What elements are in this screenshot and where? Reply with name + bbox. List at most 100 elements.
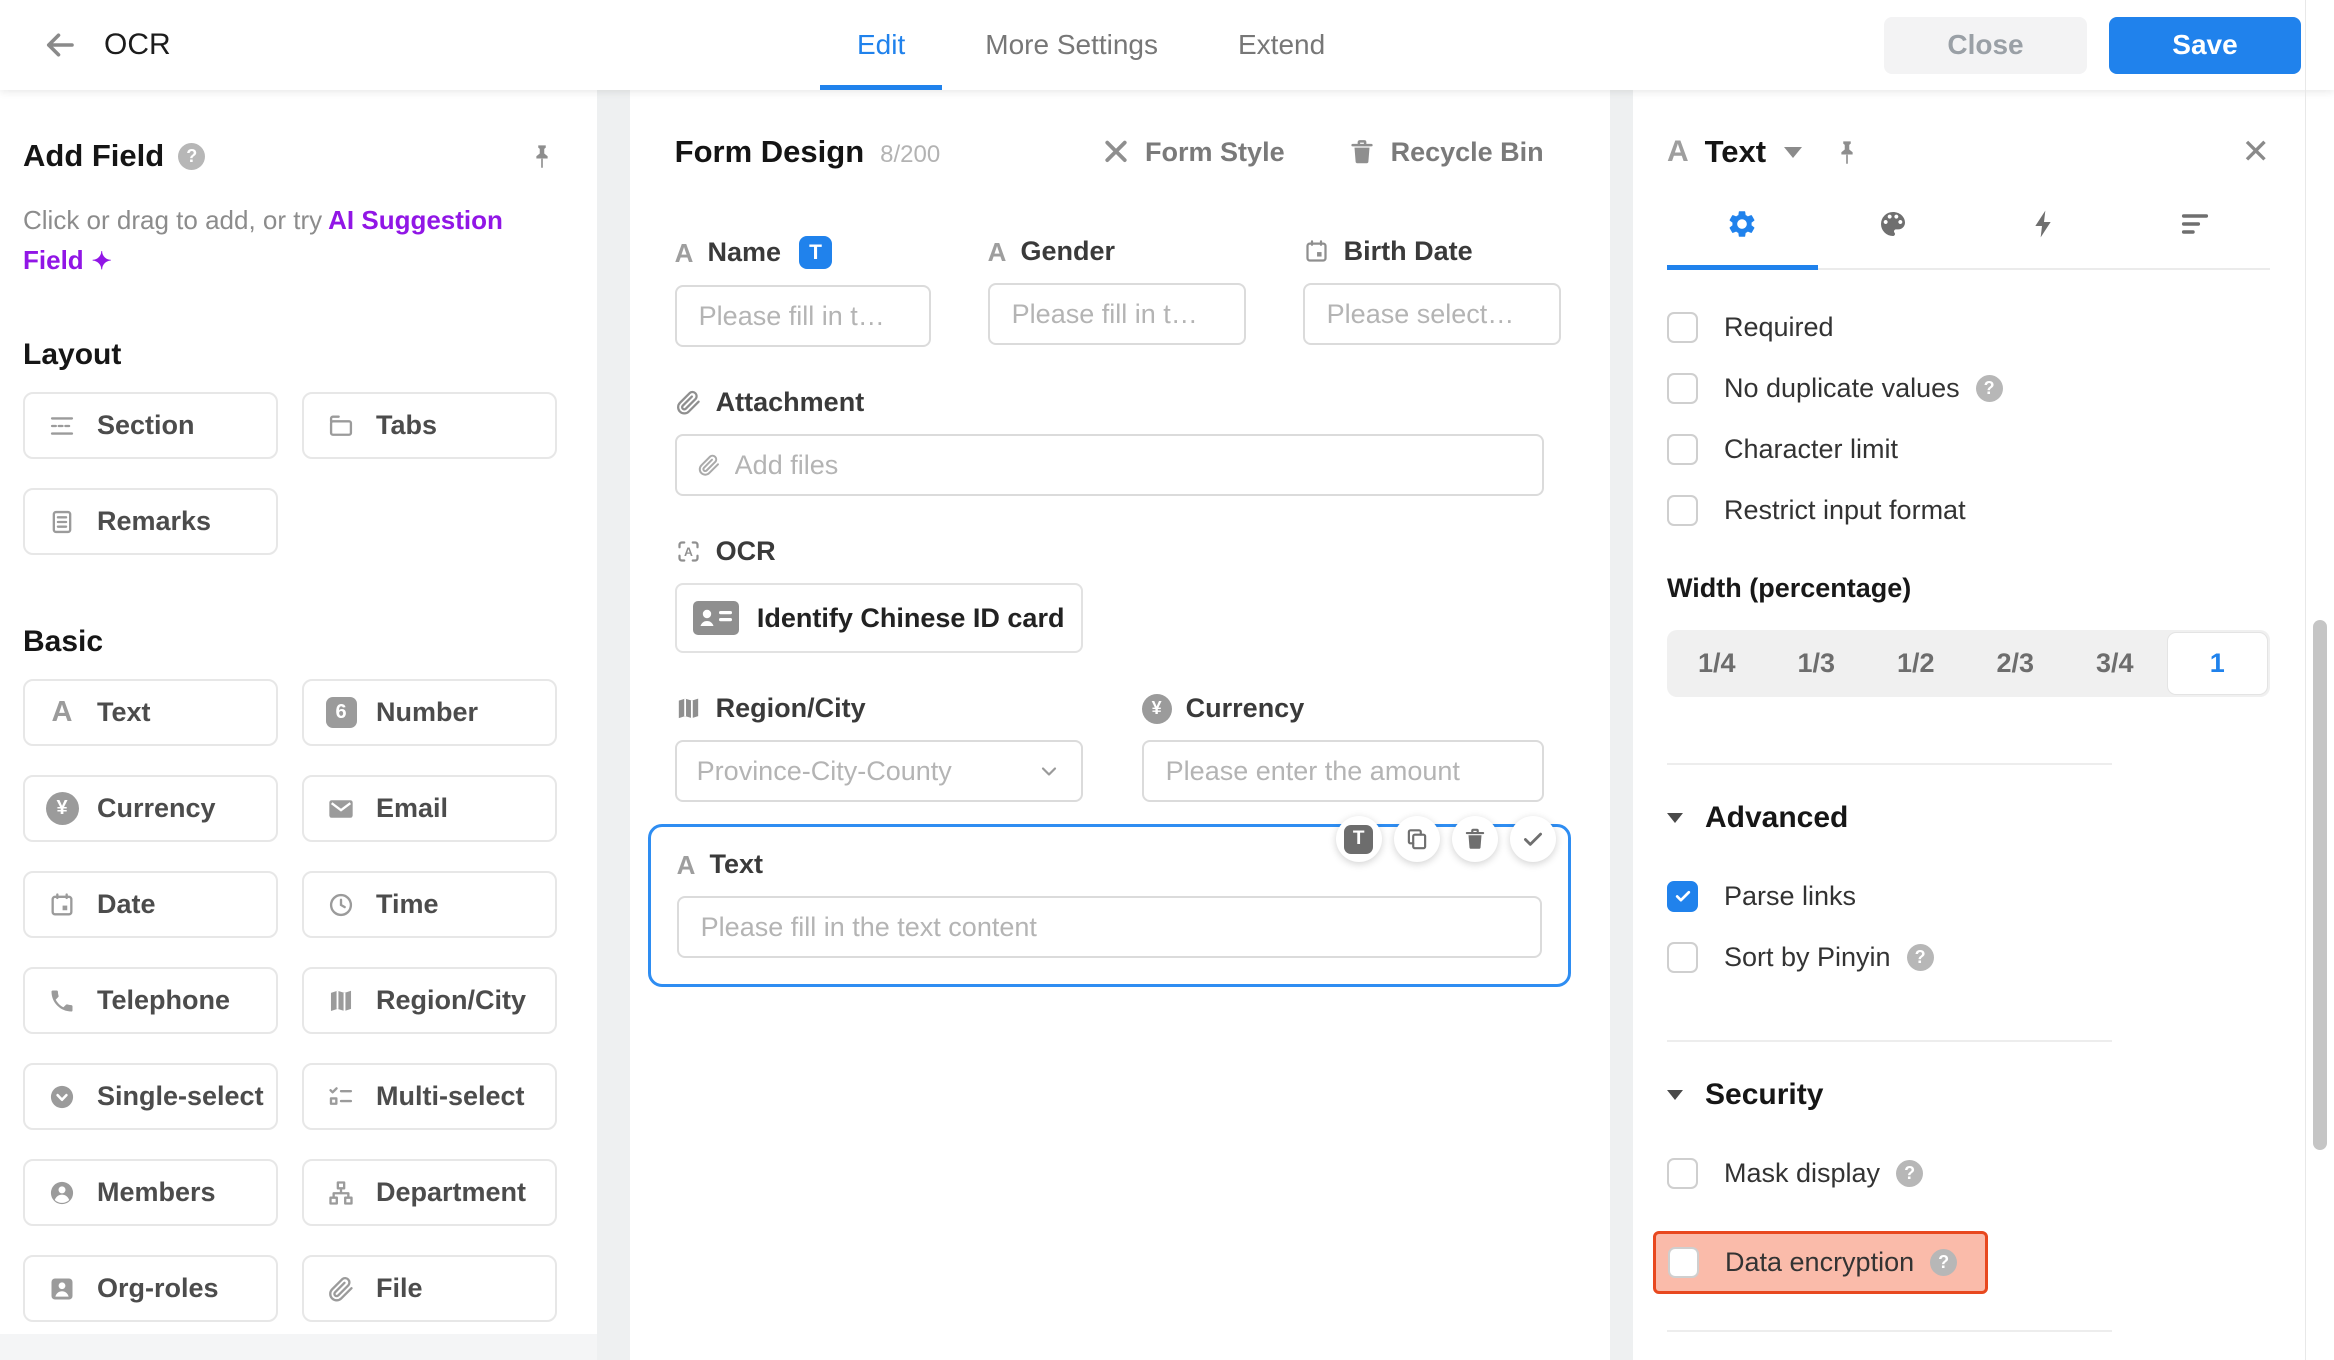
security-title: Security bbox=[1705, 1078, 1824, 1111]
pin-icon[interactable] bbox=[1832, 137, 1862, 167]
field-name[interactable]: A Name T bbox=[674, 236, 931, 347]
tab-events[interactable] bbox=[1969, 208, 2120, 268]
vertical-scrollbar[interactable] bbox=[2305, 0, 2334, 1360]
tab-more-settings[interactable]: More Settings bbox=[948, 0, 1195, 90]
map-icon bbox=[324, 987, 358, 1015]
text-type-icon: A bbox=[674, 237, 694, 268]
checkbox[interactable] bbox=[1667, 311, 1698, 343]
option-restrict-input-format[interactable]: Restrict input format bbox=[1667, 493, 2270, 527]
checkbox-checked[interactable] bbox=[1667, 880, 1698, 912]
option-label: Required bbox=[1724, 311, 1834, 342]
recycle-bin-button[interactable]: Recycle Bin bbox=[1347, 137, 1544, 168]
field-type-file[interactable]: File bbox=[302, 1255, 557, 1322]
sidebar-bottom-strip bbox=[0, 1334, 597, 1360]
tab-edit[interactable]: Edit bbox=[820, 0, 943, 90]
field-type-currency[interactable]: ¥ Currency bbox=[23, 775, 278, 842]
width-option-selected[interactable]: 1 bbox=[2166, 632, 2268, 695]
org-tree-icon bbox=[324, 1179, 358, 1207]
width-option[interactable]: 1/4 bbox=[1667, 630, 1767, 697]
delete-action[interactable] bbox=[1451, 816, 1498, 862]
close-button[interactable]: Close bbox=[1884, 16, 2087, 74]
copy-icon bbox=[1407, 829, 1426, 850]
field-type-department[interactable]: Department bbox=[302, 1159, 557, 1226]
scrollbar-thumb[interactable] bbox=[2313, 620, 2327, 1150]
save-button[interactable]: Save bbox=[2109, 16, 2301, 74]
tab-settings[interactable] bbox=[1667, 208, 1818, 270]
identify-id-card-button[interactable]: Identify Chinese ID card bbox=[674, 583, 1083, 653]
field-type-multi-select[interactable]: Multi-select bbox=[302, 1063, 557, 1130]
checkbox[interactable] bbox=[1667, 433, 1698, 465]
checkbox[interactable] bbox=[1667, 1157, 1698, 1189]
option-character-limit[interactable]: Character limit bbox=[1667, 432, 2270, 466]
field-type-label: Department bbox=[376, 1177, 527, 1207]
birth-date-input[interactable] bbox=[1324, 297, 1539, 331]
option-required[interactable]: Required bbox=[1667, 310, 2270, 344]
pin-icon[interactable] bbox=[527, 141, 557, 171]
field-type-telephone[interactable]: Telephone bbox=[23, 967, 278, 1034]
checkbox[interactable] bbox=[1667, 372, 1698, 404]
field-currency[interactable]: ¥ Currency bbox=[1141, 693, 1544, 802]
field-type-tabs[interactable]: Tabs bbox=[302, 392, 557, 459]
field-label-row: A Name T bbox=[675, 236, 931, 269]
region-select[interactable]: Province-City-County bbox=[674, 740, 1083, 802]
checkbox[interactable] bbox=[1668, 1247, 1699, 1278]
option-sort-by-pinyin[interactable]: Sort by Pinyin ? bbox=[1667, 940, 2270, 974]
width-option[interactable]: 3/4 bbox=[2065, 630, 2165, 697]
tab-label: Extend bbox=[1238, 29, 1326, 60]
option-mask-display[interactable]: Mask display ? bbox=[1667, 1156, 2270, 1190]
field-type-org-roles[interactable]: Org-roles bbox=[23, 1255, 278, 1322]
tab-style[interactable] bbox=[1818, 208, 1969, 268]
option-parse-links[interactable]: Parse links bbox=[1667, 879, 2270, 913]
tab-extend[interactable]: Extend bbox=[1201, 0, 1362, 90]
field-type-single-select[interactable]: Single-select bbox=[23, 1063, 278, 1130]
option-no-duplicate-values[interactable]: No duplicate values ? bbox=[1667, 371, 2270, 405]
tab-layout[interactable] bbox=[2119, 208, 2270, 268]
help-icon[interactable]: ? bbox=[1975, 374, 2003, 402]
field-type-time[interactable]: Time bbox=[302, 871, 557, 938]
field-type-region-city[interactable]: Region/City bbox=[302, 967, 557, 1034]
help-icon[interactable]: ? bbox=[178, 142, 206, 170]
field-type-number[interactable]: 6 Number bbox=[302, 679, 557, 746]
form-style-button[interactable]: Form Style bbox=[1101, 137, 1285, 168]
field-label: Region/City bbox=[715, 693, 866, 723]
name-input[interactable] bbox=[696, 299, 909, 333]
width-option[interactable]: 1/2 bbox=[1866, 630, 1966, 697]
field-action-bar: T bbox=[1335, 816, 1556, 862]
checkbox[interactable] bbox=[1667, 494, 1698, 526]
help-icon[interactable]: ? bbox=[1930, 1249, 1958, 1276]
field-attachment[interactable]: Attachment bbox=[674, 387, 1544, 496]
width-option[interactable]: 2/3 bbox=[1966, 630, 2066, 697]
back-arrow-icon[interactable] bbox=[42, 27, 78, 63]
field-label-row: ¥ Currency bbox=[1141, 693, 1544, 724]
field-type-section[interactable]: Section bbox=[23, 392, 278, 459]
security-section-header[interactable]: Security bbox=[1667, 1078, 2270, 1112]
help-icon[interactable]: ? bbox=[1906, 943, 1934, 971]
chevron-down-icon[interactable] bbox=[1784, 146, 1803, 158]
option-data-encryption-highlighted[interactable]: Data encryption ? bbox=[1653, 1231, 1989, 1294]
text-input[interactable] bbox=[698, 910, 1520, 944]
field-type-date[interactable]: Date bbox=[23, 871, 278, 938]
confirm-action[interactable] bbox=[1509, 816, 1556, 862]
text-format-action[interactable]: T bbox=[1335, 816, 1382, 862]
gender-input[interactable] bbox=[1009, 297, 1224, 331]
field-type-email[interactable]: Email bbox=[302, 775, 557, 842]
copy-action[interactable] bbox=[1393, 816, 1440, 862]
width-option[interactable]: 1/3 bbox=[1767, 630, 1867, 697]
field-ocr[interactable]: A OCR Identify Chinese ID card bbox=[674, 536, 1544, 653]
text-type-icon: A bbox=[51, 696, 73, 728]
close-icon[interactable]: ✕ bbox=[2242, 135, 2271, 169]
currency-input[interactable] bbox=[1163, 754, 1522, 788]
field-region-city[interactable]: Region/City Province-City-County bbox=[674, 693, 1083, 802]
field-type-members[interactable]: Members bbox=[23, 1159, 278, 1226]
attachment-input[interactable] bbox=[732, 448, 1522, 482]
field-gender[interactable]: A Gender bbox=[987, 236, 1246, 347]
field-birth-date[interactable]: Birth Date bbox=[1302, 236, 1561, 347]
field-type-remarks[interactable]: Remarks bbox=[23, 488, 278, 555]
paperclip-icon bbox=[324, 1275, 358, 1303]
checkbox[interactable] bbox=[1667, 941, 1698, 973]
section-icon bbox=[45, 412, 79, 440]
selected-field-text[interactable]: T A Text bbox=[647, 816, 1571, 987]
advanced-section-header[interactable]: Advanced bbox=[1667, 801, 2270, 835]
field-type-text[interactable]: A Text bbox=[23, 679, 278, 746]
help-icon[interactable]: ? bbox=[1896, 1159, 1924, 1187]
